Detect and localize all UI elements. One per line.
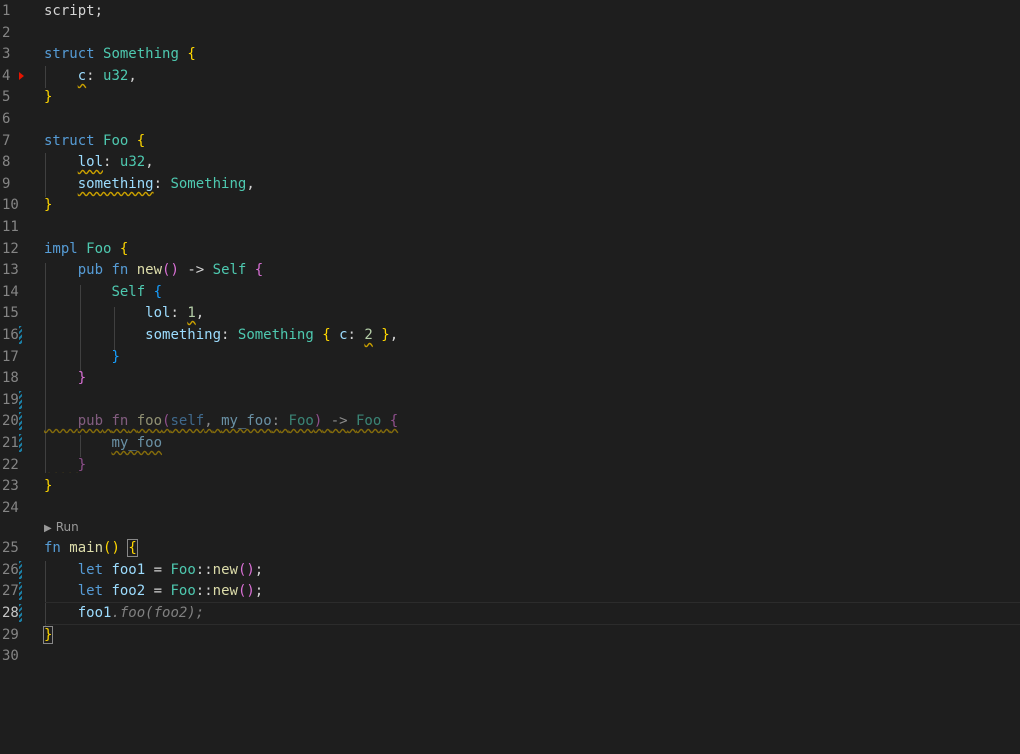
line-number: 19 <box>2 392 19 408</box>
line-number: 28 <box>2 605 19 621</box>
code-text: pub fn foo(self, my_foo: Foo) -> Foo { <box>77 413 399 429</box>
line-number: 1 <box>2 3 11 19</box>
code-text: lol: u32, <box>77 154 154 170</box>
line-number: 29 <box>2 627 19 643</box>
code-text: fn main() { <box>44 539 138 557</box>
code-text: pub fn new() -> Self { <box>77 262 264 278</box>
line-number: 21 <box>2 435 19 451</box>
code-line-30[interactable]: 30 <box>0 645 1020 667</box>
code-text: something: Something, <box>77 176 255 192</box>
code-editor[interactable]: 1 script; 2 3 struct Something { 4 c: u3… <box>0 0 1020 754</box>
line-number: 9 <box>2 176 11 192</box>
line-number: 15 <box>2 305 19 321</box>
code-line-11[interactable]: 11 <box>0 216 1020 238</box>
code-text: script; <box>44 3 104 19</box>
code-line-21[interactable]: 21 my_foo <box>0 432 1020 454</box>
code-text: Self { <box>111 284 163 300</box>
code-line-18[interactable]: 18 } <box>0 367 1020 389</box>
line-number: 7 <box>2 133 11 149</box>
code-text: let foo2 = Foo::new(); <box>77 583 264 599</box>
code-line-24[interactable]: 24 <box>0 497 1020 519</box>
line-number: 16 <box>2 327 19 343</box>
line-number: 2 <box>2 25 11 41</box>
code-text: foo1.foo(foo2); <box>77 605 205 621</box>
code-line-12[interactable]: 12 impl Foo { <box>0 238 1020 260</box>
line-number: 18 <box>2 370 19 386</box>
code-text: } <box>111 349 120 365</box>
code-line-13[interactable]: 13 pub fn new() -> Self { <box>0 259 1020 281</box>
code-line-15[interactable]: 15 lol: 1, <box>0 302 1020 324</box>
code-text: let foo1 = Foo::new(); <box>77 562 264 578</box>
line-number: 17 <box>2 349 19 365</box>
code-text: struct Something { <box>44 46 196 62</box>
line-number: 10 <box>2 197 19 213</box>
line-number: 20 <box>2 413 19 429</box>
code-line-1[interactable]: 1 script; <box>0 0 1020 22</box>
line-number: 13 <box>2 262 19 278</box>
code-text: } <box>44 478 53 494</box>
play-icon: ▶ <box>44 523 52 534</box>
line-number: 6 <box>2 111 11 127</box>
line-number: 25 <box>2 540 19 556</box>
modified-line-marker[interactable] <box>19 412 22 430</box>
line-number: 5 <box>2 89 11 105</box>
code-text: impl Foo { <box>44 241 129 257</box>
code-line-5[interactable]: 5 } <box>0 86 1020 108</box>
line-number: 30 <box>2 648 19 664</box>
code-line-25[interactable]: 25 fn main() { <box>0 537 1020 559</box>
code-line-28[interactable]: 28 foo1.foo(foo2); <box>0 602 1020 625</box>
modified-line-marker[interactable] <box>19 391 22 409</box>
code-line-8[interactable]: 8 lol: u32, <box>0 151 1020 173</box>
inline-suggestion: foo(foo2); <box>119 605 205 621</box>
line-number: 26 <box>2 562 19 578</box>
code-line-10[interactable]: 10 } <box>0 194 1020 216</box>
error-marker-icon[interactable] <box>19 72 24 80</box>
code-text: my_foo <box>111 435 163 451</box>
code-line-4[interactable]: 4 c: u32, <box>0 65 1020 87</box>
code-text: c: u32, <box>77 68 137 84</box>
run-codelens[interactable]: ▶ Run <box>44 517 79 537</box>
code-line-2[interactable]: 2 <box>0 22 1020 44</box>
line-number: 23 <box>2 478 19 494</box>
code-line-27[interactable]: 27 let foo2 = Foo::new(); <box>0 580 1020 602</box>
code-line-17[interactable]: 17 } <box>0 346 1020 368</box>
code-line-9[interactable]: 9 something: Something, <box>0 173 1020 195</box>
code-line-29[interactable]: 29 } <box>0 624 1020 646</box>
code-line-26[interactable]: 26 let foo1 = Foo::new(); <box>0 559 1020 581</box>
code-line-20[interactable]: 20 pub fn foo(self, my_foo: Foo) -> Foo … <box>0 410 1020 432</box>
code-text: } <box>77 370 87 386</box>
code-line-6[interactable]: 6 <box>0 108 1020 130</box>
modified-line-marker[interactable] <box>19 582 22 600</box>
code-text: } <box>44 89 53 105</box>
code-text: lol: 1, <box>145 305 205 321</box>
code-line-19[interactable]: 19 <box>0 389 1020 411</box>
code-line-14[interactable]: 14 Self { <box>0 281 1020 303</box>
code-line-22[interactable]: 22 } <box>0 454 1020 476</box>
modified-line-marker[interactable] <box>19 434 22 452</box>
line-number: 24 <box>2 500 19 516</box>
code-text: something: Something { c: 2 }, <box>145 327 399 343</box>
modified-line-marker[interactable] <box>19 326 22 344</box>
line-number: 12 <box>2 241 19 257</box>
modified-line-marker[interactable] <box>19 561 22 579</box>
line-number: 11 <box>2 219 19 235</box>
code-line-16[interactable]: 16 something: Something { c: 2 }, <box>0 324 1020 346</box>
code-line-23[interactable]: 23 } <box>0 475 1020 497</box>
modified-line-marker[interactable] <box>19 604 22 622</box>
code-line-7[interactable]: 7 struct Foo { <box>0 130 1020 152</box>
line-number: 8 <box>2 154 11 170</box>
code-text: } <box>42 626 54 644</box>
code-text: } <box>44 197 53 213</box>
code-text: } <box>77 457 87 473</box>
line-number: 27 <box>2 583 19 599</box>
code-text: struct Foo { <box>44 133 146 149</box>
line-number: 3 <box>2 46 11 62</box>
line-number: 14 <box>2 284 19 300</box>
code-line-3[interactable]: 3 struct Something { <box>0 43 1020 65</box>
line-number: 22 <box>2 457 19 473</box>
